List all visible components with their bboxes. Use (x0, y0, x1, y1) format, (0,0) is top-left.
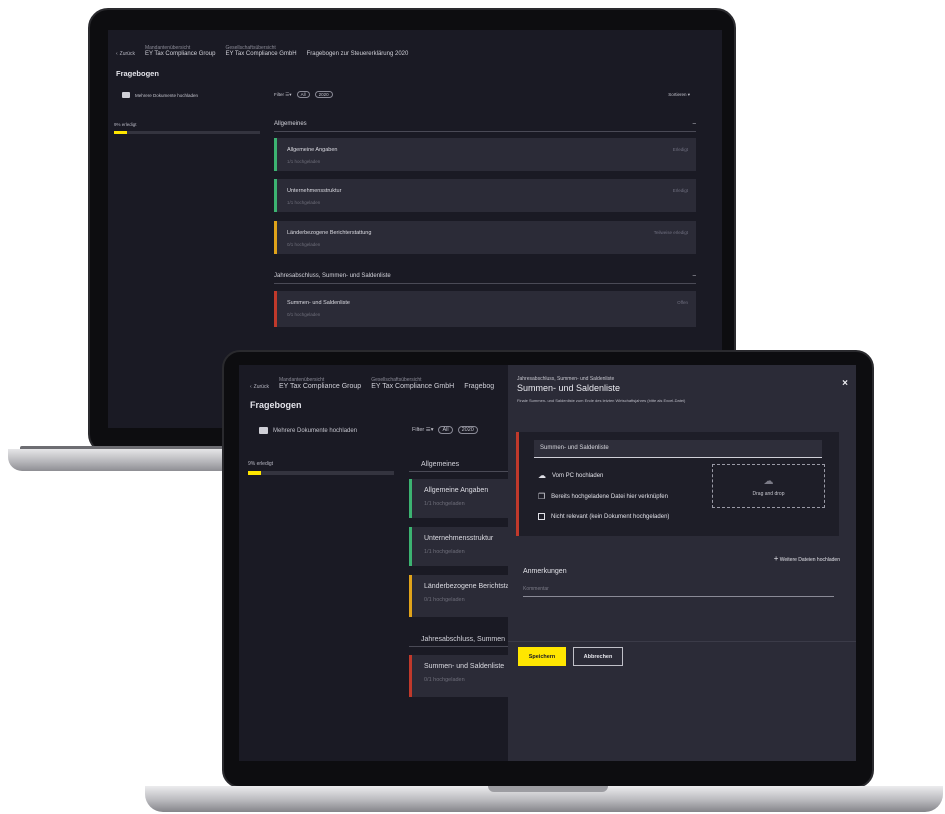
filter-bar: Filter ☰▾ All 2020 (274, 91, 333, 98)
collapse-icon: – (692, 273, 696, 279)
card-allgemeine-angaben[interactable]: Allgemeine Angaben 1/1 hochgeladen (409, 479, 508, 518)
filter-pill-all[interactable]: All (438, 426, 453, 434)
card-summen-saldenliste[interactable]: Summen- und Saldenliste 0/1 hochgeladen (409, 655, 508, 697)
document-upload-panel: Jahresabschluss, Summen- und Saldenliste… (508, 365, 856, 761)
status-badge: Teilweise erledigt (653, 230, 688, 235)
cancel-button[interactable]: Abbrechen (573, 647, 623, 666)
plus-icon: + (773, 554, 779, 563)
page-title: Fragebogen (250, 400, 302, 410)
status-badge: Erledigt (672, 147, 688, 152)
card-summen-saldenliste[interactable]: Summen- und Saldenliste 0/1 hochgeladen … (274, 291, 696, 327)
breadcrumb-client[interactable]: Mandantenübersicht EY Tax Compliance Gro… (279, 377, 361, 390)
progress-label: 9% erledigt (114, 122, 137, 127)
footer-divider (508, 641, 856, 642)
page-title: Fragebogen (116, 69, 159, 78)
breadcrumb-current: Fragebog (464, 383, 495, 390)
filter-icon: ☰▾ (425, 427, 434, 433)
panel-title: Summen- und Saldenliste (517, 383, 621, 393)
chevron-left-icon: ‹ (116, 51, 118, 57)
status-badge: Offen (677, 300, 688, 305)
card-laenderbezogene-berichterstattung[interactable]: Länderbezogene Berichterstattung 0/1 hoc… (274, 221, 696, 254)
upload-from-pc-option[interactable]: ☁ Vom PC hochladen (538, 471, 603, 480)
notes-input[interactable]: Kommentar (523, 583, 834, 597)
section-general[interactable]: Allgemeines – (274, 117, 696, 132)
cloud-upload-icon: ☁ (763, 475, 774, 487)
section-jahresabschluss[interactable]: Jahresabschluss, Summen- und Saldenliste… (274, 269, 696, 284)
filter-button[interactable]: Filter ☰▾ (274, 92, 292, 98)
link-existing-file-option[interactable]: ❐ Bereits hochgeladene Datei hier verknü… (538, 492, 668, 501)
chevron-down-icon: ▾ (687, 92, 690, 97)
filter-icon: ☰▾ (285, 91, 292, 97)
breadcrumb-company[interactable]: Gesellschaftsübersicht EY Tax Compliance… (225, 45, 296, 57)
progress-label: 9% erledigt (248, 461, 274, 467)
card-allgemeine-angaben[interactable]: Allgemeine Angaben 1/1 hochgeladen Erled… (274, 138, 696, 171)
panel-subtitle: Jahresabschluss, Summen- und Saldenliste (517, 376, 615, 382)
not-relevant-checkbox-option[interactable]: Nicht relevant (kein Dokument hochgelade… (538, 513, 669, 520)
card-unternehmensstruktur[interactable]: Unternehmensstruktur 1/1 hochgeladen Erl… (274, 179, 696, 212)
breadcrumb-company[interactable]: Gesellschaftsübersicht EY Tax Compliance… (371, 377, 454, 390)
add-more-files-button[interactable]: + Weitere Dateien hochladen (774, 554, 840, 563)
section-general[interactable]: Allgemeines (409, 457, 508, 472)
collapse-icon: – (692, 121, 696, 127)
chevron-left-icon: ‹ (250, 384, 252, 390)
folder-upload-icon (122, 92, 130, 98)
save-button[interactable]: Speichern (518, 647, 566, 666)
breadcrumb: ‹ Zurück Mandantenübersicht EY Tax Compli… (250, 377, 494, 390)
breadcrumb-client[interactable]: Mandantenübersicht EY Tax Compliance Gro… (145, 45, 215, 57)
progress-bar (248, 471, 394, 475)
back-link[interactable]: ‹ Zurück (116, 51, 135, 57)
card-unternehmensstruktur[interactable]: Unternehmensstruktur 1/1 hochgeladen (409, 527, 508, 566)
progress-fill (114, 131, 128, 134)
upload-multiple-button[interactable]: Mehrere Dokumente hochladen (122, 92, 198, 98)
sort-dropdown[interactable]: Sortieren ▾ (668, 92, 690, 98)
breadcrumb: ‹ Zurück Mandantenübersicht EY Tax Compli… (116, 45, 408, 57)
upload-multiple-button[interactable]: Mehrere Dokumente hochladen (259, 427, 357, 434)
progress-fill (248, 471, 262, 475)
copy-file-icon: ❐ (538, 492, 546, 501)
filter-button[interactable]: Filter ☰▾ (412, 427, 433, 433)
filter-bar: Filter ☰▾ All 2020 (412, 426, 478, 434)
progress-bar (114, 131, 260, 134)
front-laptop-hinge (488, 786, 608, 792)
section-jahresabschluss[interactable]: Jahresabschluss, Summen (409, 632, 508, 647)
panel-description: Finale Summen- und Saldenliste zum Ende … (517, 398, 686, 403)
document-box: Summen- und Saldenliste ☁ Vom PC hochlad… (516, 432, 839, 536)
breadcrumb-current: Fragebogen zur Steuererklärung 2020 (306, 51, 409, 57)
filter-pill-all[interactable]: All (296, 91, 310, 98)
folder-upload-icon (259, 427, 268, 434)
not-relevant-checkbox[interactable] (538, 513, 545, 520)
document-name-field[interactable]: Summen- und Saldenliste (534, 440, 822, 458)
filter-pill-year[interactable]: 2020 (314, 91, 333, 98)
drag-drop-zone[interactable]: ☁ Drag and drop (712, 464, 825, 508)
card-laenderbezogene-berichterstattung[interactable]: Länderbezogene Berichtsta 0/1 hochgelade… (409, 575, 510, 617)
front-laptop-screen: ‹ Zurück Mandantenübersicht EY Tax Compli… (239, 365, 856, 761)
back-link[interactable]: ‹ Zurück (250, 384, 269, 390)
status-badge: Erledigt (672, 188, 688, 193)
cloud-upload-icon: ☁ (538, 471, 546, 480)
notes-label: Anmerkungen (523, 568, 567, 575)
close-icon[interactable]: × (842, 378, 848, 389)
filter-pill-year[interactable]: 2020 (457, 426, 478, 434)
